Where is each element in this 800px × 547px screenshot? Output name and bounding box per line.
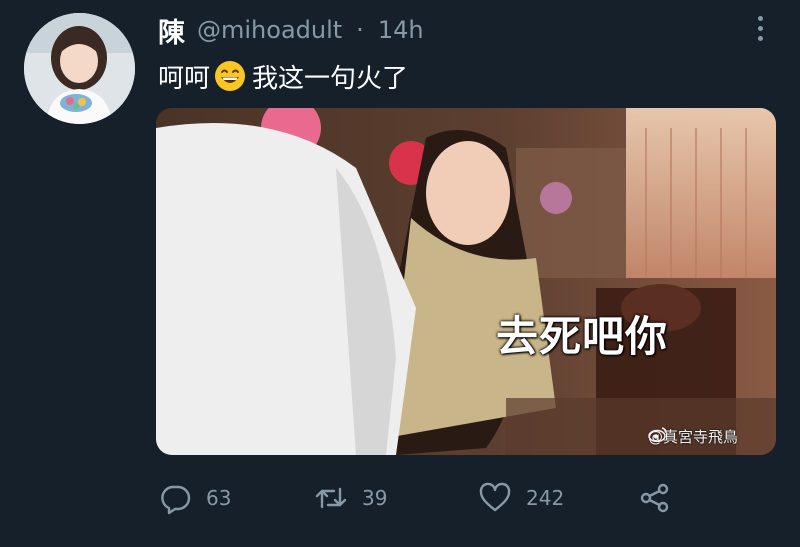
reply-icon: [161, 485, 191, 515]
retweet-button[interactable]: 39: [314, 478, 387, 518]
share-button[interactable]: [638, 478, 672, 518]
tweet-media-image[interactable]: 去死吧你 @真宮寺飛鳥: [156, 108, 776, 455]
tweet-text-part-1: 呵呵: [158, 63, 211, 94]
reply-count: 63: [206, 486, 232, 510]
tweet-actions: 63 39 242: [158, 478, 678, 518]
share-icon: [640, 483, 669, 513]
like-button[interactable]: 242: [478, 478, 564, 518]
more-icon[interactable]: [752, 16, 768, 44]
tweet-header: 陳 @mihoadult · 14h: [158, 10, 424, 50]
reply-button[interactable]: 63: [158, 478, 231, 518]
media-watermark: @真宮寺飛鳥: [648, 426, 738, 447]
timestamp[interactable]: 14h: [378, 16, 424, 44]
retweet-count: 39: [362, 486, 388, 510]
like-count: 242: [526, 486, 565, 510]
video-subtitle: 去死吧你: [496, 312, 669, 361]
weibo-icon: [648, 427, 667, 442]
separator-dot: ·: [356, 16, 364, 44]
retweet-icon: [315, 487, 347, 509]
tweet-text-part-2: 我这一句火了: [252, 63, 409, 94]
tweet-text: 呵呵 我这一句火了: [158, 56, 408, 96]
user-handle[interactable]: @mihoadult: [197, 16, 342, 44]
media-scene: [156, 108, 776, 455]
display-name[interactable]: 陳: [158, 11, 185, 50]
like-icon: [479, 482, 511, 512]
avatar[interactable]: [24, 13, 135, 124]
grinning-face-emoji-icon: [214, 60, 246, 92]
